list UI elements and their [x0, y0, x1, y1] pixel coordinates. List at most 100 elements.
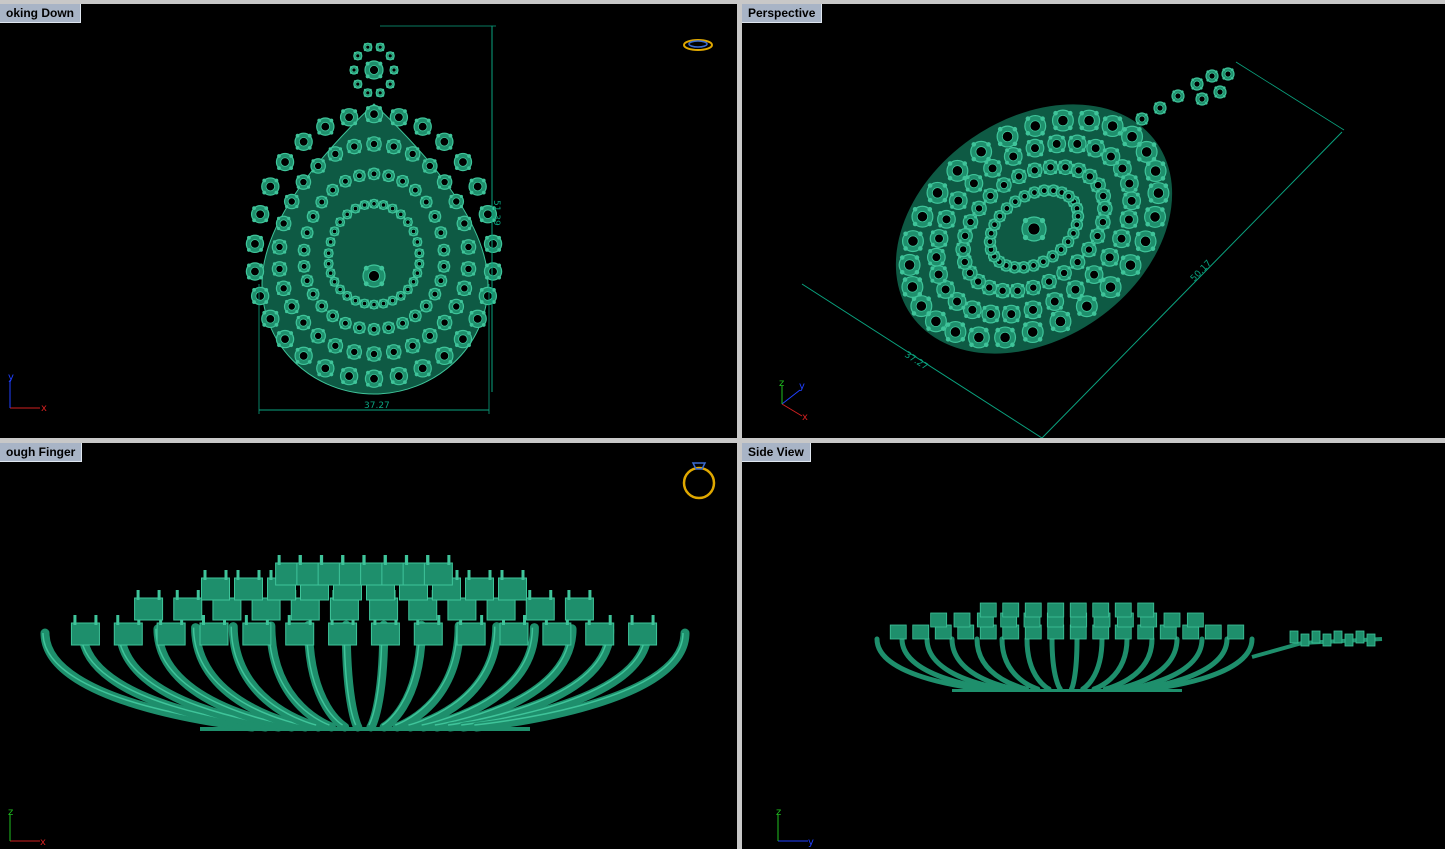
stone-setting-prong — [1036, 280, 1040, 285]
bail-setting — [1344, 633, 1354, 647]
setting-cup — [1227, 624, 1245, 640]
stone-setting-prong — [1042, 285, 1046, 289]
stone-setting-prong — [347, 139, 351, 144]
top-view-canvas[interactable]: 37.27 51.39 — [0, 4, 737, 438]
stone-setting-prong — [324, 204, 328, 208]
stone-setting-prong — [367, 357, 371, 361]
stone-setting-prong — [1135, 246, 1141, 251]
stone-setting-hole — [371, 301, 377, 308]
stone-setting-prong — [330, 227, 333, 230]
stone-setting-hole — [337, 219, 343, 225]
stone-setting-prong — [367, 137, 371, 141]
stone-setting-prong — [330, 255, 333, 258]
stone-setting-hole — [331, 341, 340, 350]
stone-setting-prong — [415, 248, 418, 252]
stone-setting-prong — [454, 154, 459, 158]
viewport-side[interactable]: Side View y z — [742, 443, 1445, 849]
stone-setting-hole — [1030, 166, 1039, 175]
stone-setting-prong — [972, 211, 976, 216]
stone-setting-prong — [448, 347, 453, 352]
stone-setting-hole — [1020, 264, 1027, 271]
bail-setting-prong — [1144, 121, 1148, 125]
stone-setting-hole — [412, 312, 419, 320]
viewport-title-side[interactable]: Side View — [742, 443, 811, 462]
stone-setting-prong — [360, 200, 363, 204]
perspective-view-canvas[interactable]: 37.27 50.17 — [742, 4, 1445, 438]
viewport-top[interactable]: 37.27 51.39 oking Down x y — [0, 4, 737, 438]
stone-setting-hole — [298, 351, 309, 361]
stone-setting-prong — [385, 206, 388, 210]
stone-setting-prong — [1091, 311, 1097, 316]
stone-setting-prong — [1081, 135, 1086, 140]
viewport-front[interactable]: ough Finger x z — [0, 443, 737, 849]
stone-setting-hole — [472, 181, 483, 192]
stone-setting-prong — [295, 299, 299, 303]
stone-setting-prong — [448, 326, 452, 330]
bail-setting-prong — [376, 88, 379, 92]
stone-setting-prong — [1160, 176, 1166, 181]
viewport-title-perspective[interactable]: Perspective — [742, 4, 823, 23]
stone-setting-prong — [1002, 256, 1005, 259]
stone-setting-hole — [405, 219, 411, 225]
setting-cup — [369, 597, 399, 621]
stone-setting-prong — [997, 178, 1001, 182]
stone-setting-prong — [317, 372, 322, 377]
stone-setting-prong — [377, 147, 381, 151]
front-view-canvas[interactable] — [0, 443, 737, 849]
setting-cup — [199, 622, 229, 646]
stone-setting-hole — [275, 264, 284, 273]
stone-setting-hole — [417, 363, 428, 374]
stone-setting-prong — [252, 300, 256, 304]
prong — [341, 555, 345, 565]
viewport-perspective[interactable]: 37.27 50.17 Perspective x y z — [742, 4, 1445, 438]
stone-setting-prong — [1072, 211, 1076, 214]
stone-setting-prong — [1055, 244, 1059, 247]
stone-setting-prong — [1090, 229, 1094, 233]
stone-setting-prong — [307, 347, 312, 352]
stone-setting-prong — [1007, 188, 1011, 192]
stone-setting-prong — [1010, 284, 1015, 288]
stone-setting-hole — [1089, 269, 1099, 280]
stone-setting-prong — [1083, 179, 1087, 184]
stone-setting-prong — [311, 169, 315, 173]
stone-setting-hole — [967, 304, 978, 315]
stone-setting-hole — [488, 266, 498, 277]
stone-setting-prong — [416, 349, 420, 353]
stone-setting-prong — [995, 327, 1001, 333]
prong — [196, 590, 200, 600]
stone-setting-prong — [911, 311, 917, 316]
stone-setting-prong — [1017, 148, 1022, 153]
stone-setting-prong — [1037, 314, 1042, 319]
dimension-ext — [1235, 61, 1345, 131]
stone-setting-prong — [342, 297, 346, 301]
stone-setting-prong — [330, 283, 333, 287]
bail-setting-prong — [1154, 110, 1158, 114]
viewport-title-top[interactable]: oking Down — [0, 4, 81, 23]
stone-setting-hole — [410, 228, 417, 234]
viewport-title-front[interactable]: ough Finger — [0, 443, 83, 462]
stone-setting-prong — [1067, 293, 1072, 298]
ring-front-icon[interactable] — [678, 453, 722, 503]
axis-label-z: z — [779, 378, 784, 389]
stone-setting-prong — [446, 260, 450, 264]
stone-setting-prong — [369, 306, 373, 309]
stone-setting-prong — [264, 218, 269, 223]
stone-setting-prong — [1106, 215, 1110, 219]
setting-cup — [542, 622, 572, 646]
stone-setting-prong — [938, 223, 943, 228]
stone-setting-hole — [318, 302, 326, 310]
stone-setting-prong — [307, 133, 312, 138]
bail-setting-hole — [377, 90, 383, 96]
stone-setting-prong — [1055, 259, 1058, 262]
stone-setting-prong — [421, 259, 424, 262]
stone-setting-prong — [994, 264, 997, 267]
stone-setting-prong — [414, 372, 419, 377]
stone-setting-prong — [436, 145, 441, 150]
stone-setting-prong — [1133, 175, 1138, 180]
stone-setting-hole — [417, 121, 428, 132]
stone-setting-prong — [930, 278, 935, 283]
ring-top-icon[interactable] — [680, 34, 720, 56]
bail-setting-prong — [363, 88, 367, 92]
stone-setting-hole — [331, 279, 338, 285]
side-view-canvas[interactable] — [742, 443, 1445, 849]
